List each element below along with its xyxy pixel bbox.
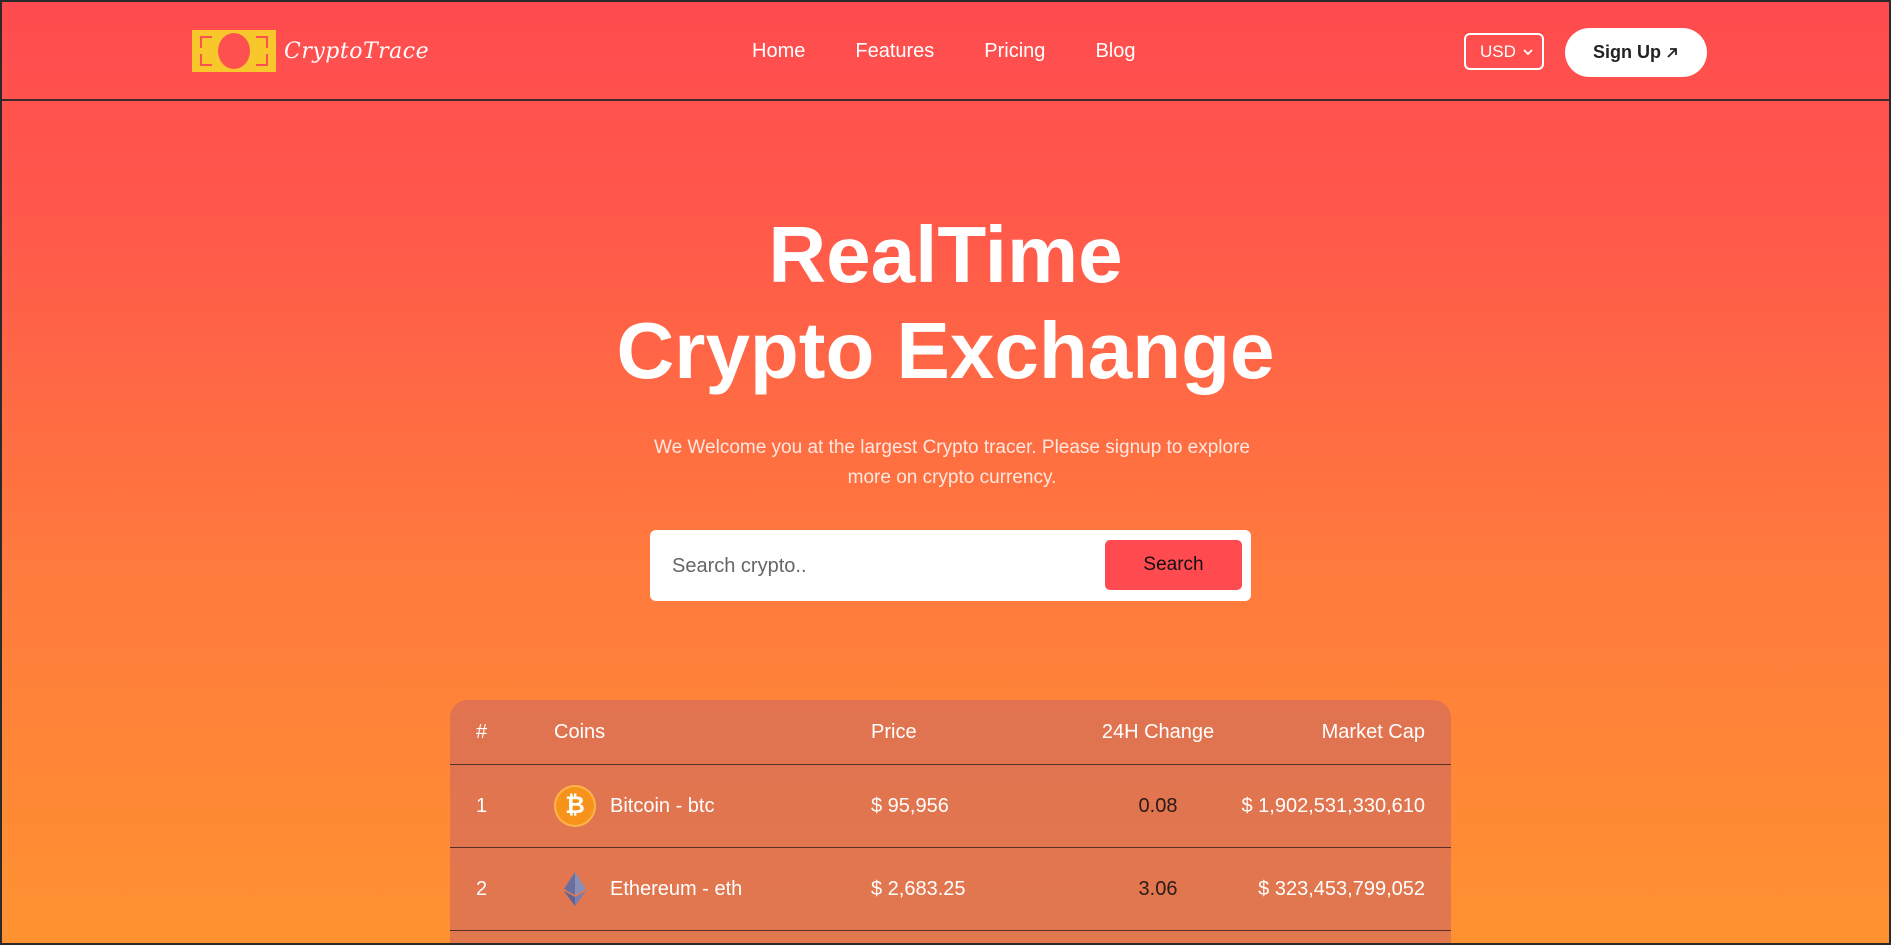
table-row[interactable]: 2 Ethereum - eth $ 2,683.25 3.06 $ 323,4… xyxy=(450,848,1451,931)
logo-text: CryptoTrace xyxy=(284,38,430,64)
currency-select[interactable]: USD xyxy=(1464,33,1544,70)
header-rank: # xyxy=(476,720,488,743)
logo[interactable]: CryptoTrace xyxy=(192,30,429,72)
signup-button[interactable]: Sign Up xyxy=(1565,28,1707,77)
hero-title: RealTime Crypto Exchange xyxy=(2,207,1889,399)
nav-item-blog[interactable]: Blog xyxy=(1095,40,1135,63)
nav-item-pricing[interactable]: Pricing xyxy=(984,40,1045,63)
table-row[interactable]: 1 ₿ Bitcoin - btc $ 95,956 0.08 $ 1,902,… xyxy=(450,765,1451,848)
hero-subtitle: We Welcome you at the largest Crypto tra… xyxy=(654,437,1250,488)
search-form: Search xyxy=(650,530,1251,601)
table-header: # Coins Price 24H Change Market Cap xyxy=(450,700,1451,765)
chevron-down-icon xyxy=(1523,48,1533,55)
row-price: $ 2,683.25 xyxy=(871,877,966,900)
bitcoin-icon: ₿ xyxy=(554,785,596,827)
row-market-cap: $ 1,902,531,330,610 xyxy=(1241,794,1425,817)
hero-title-line2: Crypto Exchange xyxy=(616,306,1275,395)
row-coin: Ethereum - eth xyxy=(554,848,742,930)
row-coin: ₿ Bitcoin - btc xyxy=(554,765,714,847)
crypto-table: # Coins Price 24H Change Market Cap 1 ₿ … xyxy=(450,700,1451,943)
coin-name: Ethereum - eth xyxy=(610,877,743,900)
row-rank: 1 xyxy=(476,794,488,817)
logo-icon xyxy=(192,30,276,72)
page: CryptoTrace Home Features Pricing Blog U… xyxy=(2,2,1889,943)
header-change: 24H Change xyxy=(1101,720,1215,743)
hero-title-line1: RealTime xyxy=(768,210,1123,299)
row-change: 3.06 xyxy=(1138,877,1178,900)
signup-label: Sign Up xyxy=(1593,42,1661,62)
ethereum-icon xyxy=(554,868,596,910)
nav-item-home[interactable]: Home xyxy=(752,40,805,63)
navbar: CryptoTrace Home Features Pricing Blog U… xyxy=(2,2,1889,101)
row-market-cap: $ 323,453,799,052 xyxy=(1258,877,1425,900)
row-rank: 2 xyxy=(476,877,488,900)
header-coins: Coins xyxy=(554,720,606,743)
search-button[interactable]: Search xyxy=(1105,540,1242,590)
nav-item-features[interactable]: Features xyxy=(855,40,934,63)
arrow-up-right-icon xyxy=(1667,47,1677,58)
search-input[interactable] xyxy=(662,542,1094,590)
header-market-cap: Market Cap xyxy=(1321,720,1425,743)
currency-value: USD xyxy=(1480,41,1516,61)
coin-name: Bitcoin - btc xyxy=(610,794,715,817)
nav-links: Home Features Pricing Blog xyxy=(752,40,1135,63)
row-price: $ 95,956 xyxy=(871,794,949,817)
header-price: Price xyxy=(871,720,917,743)
